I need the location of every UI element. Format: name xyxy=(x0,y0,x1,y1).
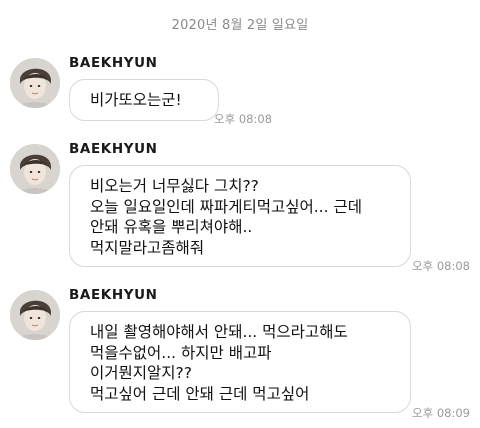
message-text: 비오는거 너무싫다 그치?? 오늘 일요일인데 짜파게티먹고싶어... 근데 안… xyxy=(90,176,362,258)
message-bubble[interactable]: 내일 촬영해야해서 안돼... 먹으라고해도 먹을수없어... 하지만 배고파 … xyxy=(69,311,411,413)
message-time: 오후 08:08 xyxy=(412,259,470,273)
message-line: 먹지말라고좀해줘 xyxy=(90,238,205,257)
message-time: 오후 08:08 xyxy=(214,112,272,126)
message-time: 오후 08:09 xyxy=(412,406,470,420)
sender-name: BAEKHYUN xyxy=(69,287,158,303)
message-bubble[interactable]: 비오는거 너무싫다 그치?? 오늘 일요일인데 짜파게티먹고싶어... 근데 안… xyxy=(69,165,411,267)
avatar[interactable] xyxy=(10,58,60,108)
message-line: 안돼 유혹을 뿌리쳐야해.. xyxy=(90,218,253,236)
avatar-photo-icon xyxy=(10,144,60,194)
avatar-photo-icon xyxy=(10,58,60,108)
avatar[interactable] xyxy=(10,290,60,340)
message-line: 비오는거 너무싫다 그치?? xyxy=(90,177,259,195)
message-line: 이거뭔지알지?? xyxy=(90,364,193,382)
message-line: 오늘 일요일인데 짜파게티먹고싶어... 근데 xyxy=(90,197,362,216)
message-text: 비가또오는군! xyxy=(90,90,182,111)
avatar[interactable] xyxy=(10,144,60,194)
message-1: BAEKHYUN 비가또오는군! 오후 08:08 xyxy=(10,52,480,132)
message-2: BAEKHYUN 비오는거 너무싫다 그치?? 오늘 일요일인데 짜파게티먹고싶… xyxy=(10,138,480,276)
message-text: 내일 촬영해야해서 안돼... 먹으라고해도 먹을수없어... 하지만 배고파 … xyxy=(90,322,348,404)
date-divider: 2020년 8월 2일 일요일 xyxy=(171,18,309,33)
avatar-photo-icon xyxy=(10,290,60,340)
sender-name: BAEKHYUN xyxy=(69,141,158,157)
sender-name: BAEKHYUN xyxy=(69,55,158,71)
message-line: 먹고싶어 근데 안돼 근데 먹고싶어 xyxy=(90,384,310,403)
message-line: 비가또오는군! xyxy=(90,91,182,109)
message-line: 내일 촬영해야해서 안돼... 먹으라고해도 xyxy=(90,323,348,341)
message-line: 먹을수없어... 하지만 배고파 xyxy=(90,343,272,362)
message-3: BAEKHYUN 내일 촬영해야해서 안돼... 먹으라고해도 먹을수없어...… xyxy=(10,284,480,424)
message-bubble[interactable]: 비가또오는군! xyxy=(69,79,219,121)
